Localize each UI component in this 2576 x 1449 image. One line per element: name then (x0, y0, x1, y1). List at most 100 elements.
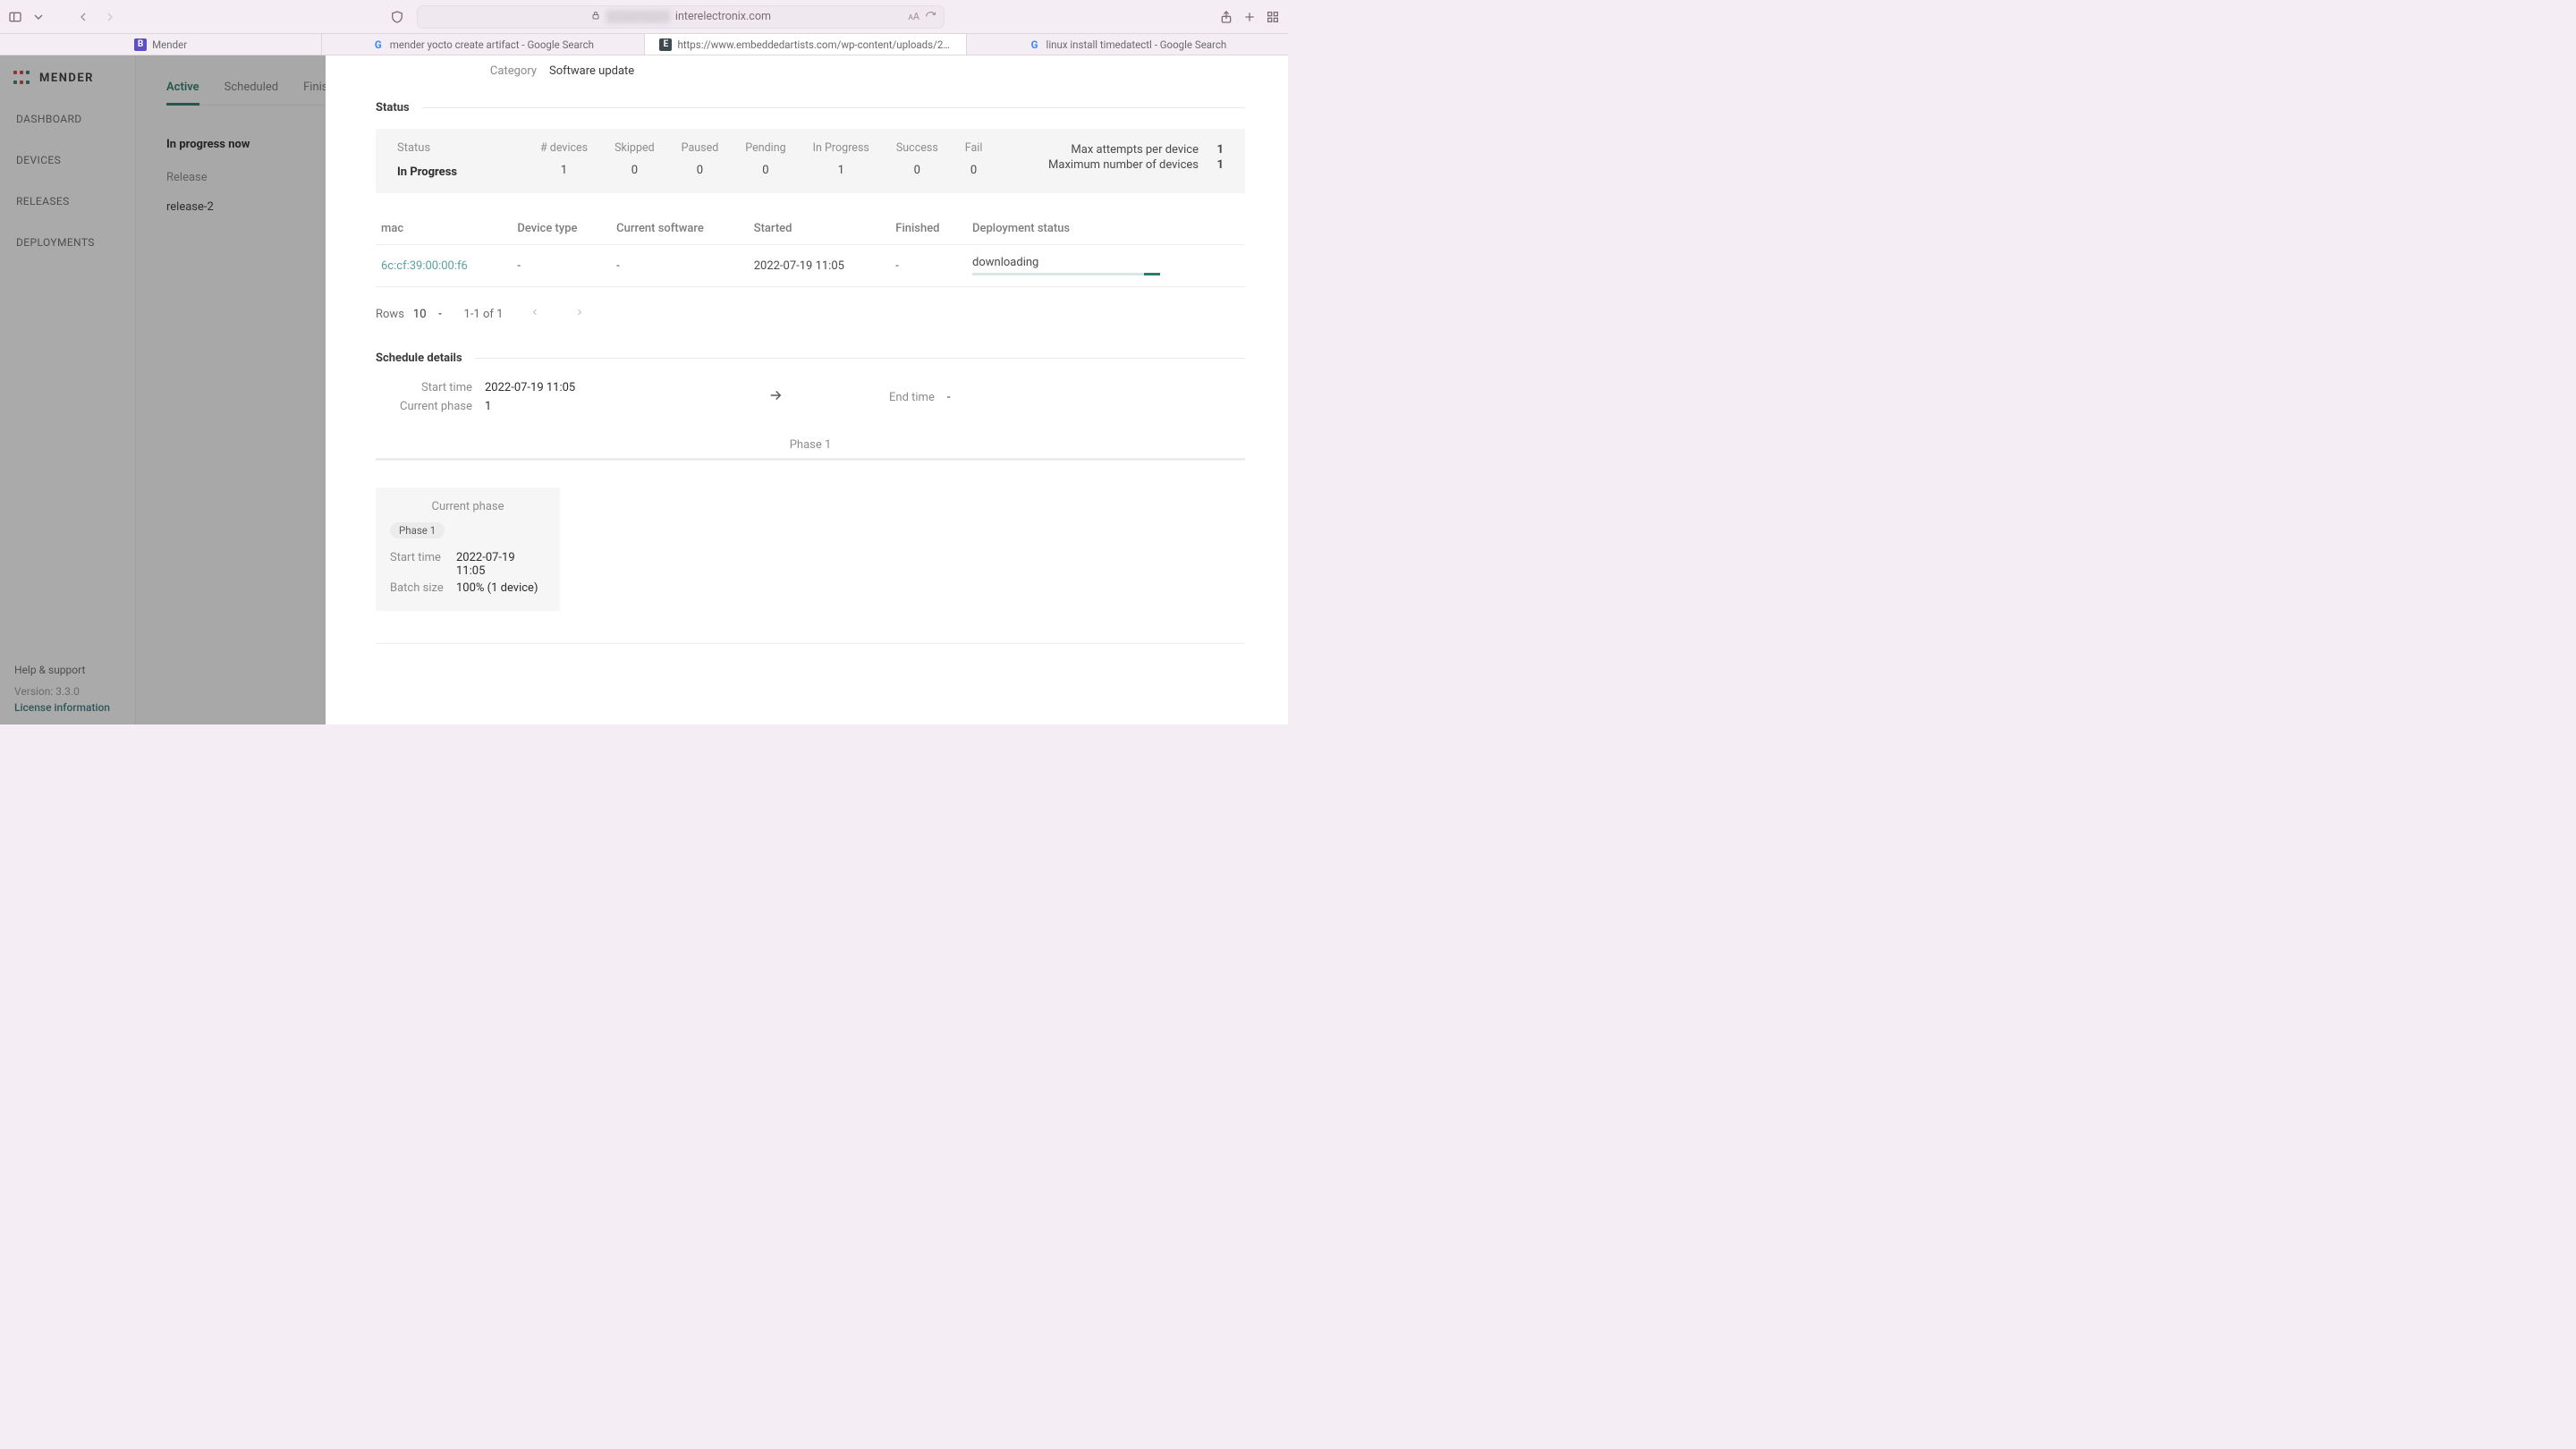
sidebar-item-releases[interactable]: RELEASES (0, 181, 135, 222)
share-icon[interactable] (1218, 9, 1234, 25)
current-phase-value: 1 (485, 400, 491, 413)
browser-tab-0[interactable]: B Mender (0, 34, 322, 55)
tab-overview-icon[interactable] (1265, 9, 1281, 25)
pager: Rows 10 1-1 of 1 (376, 303, 1245, 325)
max-attempts-label: Max attempts per device (1071, 143, 1199, 157)
lock-icon (590, 10, 601, 24)
col-header: Paused (682, 141, 719, 155)
end-time-label: End time (889, 391, 935, 404)
col-header: Fail (965, 141, 983, 155)
devices-table: mac Device type Current software Started… (376, 213, 1245, 287)
tab-label: https://www.embeddedartists.com/wp-conte… (677, 38, 950, 51)
cell-started: 2022-07-19 11:05 (749, 245, 891, 287)
col-header: Success (896, 141, 938, 155)
cell-status: downloading (967, 245, 1245, 287)
th-started[interactable]: Started (749, 213, 891, 245)
col-header: Skipped (614, 141, 655, 155)
browser-toolbar: ▒▒▒▒▒▒▒▒ interelectronix.com ᴀA (0, 0, 1288, 34)
browser-tab-2[interactable]: E https://www.embeddedartists.com/wp-con… (645, 34, 967, 55)
card-batch-value: 100% (1 device) (456, 581, 538, 595)
new-tab-icon[interactable] (1241, 9, 1258, 25)
phase-timeline: Phase 1 (376, 458, 1245, 461)
cell-finished: - (890, 245, 967, 287)
table-row[interactable]: 6c:cf:39:00:00:f6 - - 2022-07-19 11:05 -… (376, 245, 1245, 287)
panel-divider (376, 643, 1245, 644)
status-summary: Status In Progress # devices 1 Skipped 0 P… (376, 129, 1245, 193)
sidebar-toggle-icon[interactable] (7, 9, 23, 25)
status-heading: Status (376, 101, 410, 114)
favicon-icon: B (134, 38, 147, 51)
deployment-panel: Category Software update Status Status I… (326, 55, 1288, 724)
browser-tab-3[interactable]: G linux install timedatectl - Google Sea… (967, 34, 1288, 55)
col-value: 0 (745, 164, 785, 177)
col-value: 0 (965, 164, 983, 177)
sidebar-item-dashboard[interactable]: DASHBOARD (0, 98, 135, 140)
max-devices-label: Maximum number of devices (1048, 158, 1199, 172)
sidebar: MENDER DASHBOARD DEVICES RELEASES DEPLOY… (0, 55, 136, 724)
chevron-down-icon[interactable] (436, 309, 445, 318)
help-support-link[interactable]: Help & support (14, 664, 121, 676)
pager-prev[interactable] (522, 303, 547, 325)
forward-button[interactable] (100, 9, 120, 25)
favicon-icon: E (659, 38, 672, 51)
start-time-label: Start time (376, 381, 472, 394)
sidebar-item-devices[interactable]: DEVICES (0, 140, 135, 181)
shield-icon[interactable] (389, 9, 405, 25)
schedule-heading: Schedule details (376, 352, 462, 365)
tab-label: Mender (152, 38, 187, 51)
license-link[interactable]: License information (14, 701, 121, 714)
th-device-type[interactable]: Device type (512, 213, 611, 245)
download-progress-bar (972, 273, 1160, 275)
status-label: Status (397, 141, 504, 155)
card-batch-label: Batch size (390, 581, 447, 595)
tab-label: linux install timedatectl - Google Searc… (1046, 38, 1227, 51)
current-phase-label: Current phase (376, 400, 472, 413)
arrow-right-icon (767, 387, 784, 407)
max-devices-value: 1 (1213, 158, 1224, 172)
phase-badge: Phase 1 (390, 522, 445, 538)
th-finished[interactable]: Finished (890, 213, 967, 245)
tab-active[interactable]: Active (166, 80, 199, 106)
card-start-value: 2022-07-19 11:05 (456, 551, 546, 578)
cell-status-text: downloading (972, 256, 1038, 269)
col-header: Pending (745, 141, 785, 155)
th-current-software[interactable]: Current software (611, 213, 749, 245)
favicon-icon: G (372, 38, 385, 51)
pager-next[interactable] (567, 303, 592, 325)
address-bar[interactable]: ▒▒▒▒▒▒▒▒ interelectronix.com ᴀA (417, 5, 945, 29)
phase-timeline-label: Phase 1 (790, 438, 832, 452)
category-label: Category (376, 64, 537, 78)
url-text: interelectronix.com (675, 10, 771, 23)
translate-icon[interactable]: ᴀA (908, 11, 919, 22)
tab-scheduled[interactable]: Scheduled (225, 80, 278, 105)
chevron-down-icon[interactable] (30, 9, 47, 25)
back-button[interactable] (73, 9, 93, 25)
th-mac[interactable]: mac (376, 213, 512, 245)
end-time-value: - (947, 391, 951, 404)
card-start-label: Start time (390, 551, 447, 578)
version-text: Version: 3.3.0 (14, 685, 121, 698)
reload-icon[interactable] (925, 11, 936, 22)
brand: MENDER (0, 64, 135, 98)
status-columns: # devices1 Skipped0 Paused0 Pending0 In … (540, 141, 982, 177)
category-value: Software update (549, 64, 634, 78)
favicon-icon: G (1029, 38, 1041, 51)
rows-value[interactable]: 10 (413, 308, 427, 321)
col-header: In Progress (813, 141, 869, 155)
mender-logo-icon (13, 70, 32, 86)
col-header: # devices (540, 141, 588, 155)
pager-range: 1-1 of 1 (464, 308, 504, 321)
th-deployment-status[interactable]: Deployment status (967, 213, 1245, 245)
browser-tab-strip: B Mender G mender yocto create artifact … (0, 34, 1288, 55)
browser-tab-1[interactable]: G mender yocto create artifact - Google … (322, 34, 644, 55)
col-value: 0 (682, 164, 719, 177)
tab-label: mender yocto create artifact - Google Se… (390, 38, 594, 51)
start-time-value: 2022-07-19 11:05 (485, 381, 575, 394)
rows-label: Rows (376, 308, 404, 321)
cell-cur: - (611, 245, 749, 287)
col-value: 0 (896, 164, 938, 177)
cell-mac[interactable]: 6c:cf:39:00:00:f6 (376, 245, 512, 287)
sidebar-item-deployments[interactable]: DEPLOYMENTS (0, 222, 135, 263)
url-blurred-segment: ▒▒▒▒▒▒▒▒ (606, 10, 670, 23)
col-value: 0 (614, 164, 655, 177)
